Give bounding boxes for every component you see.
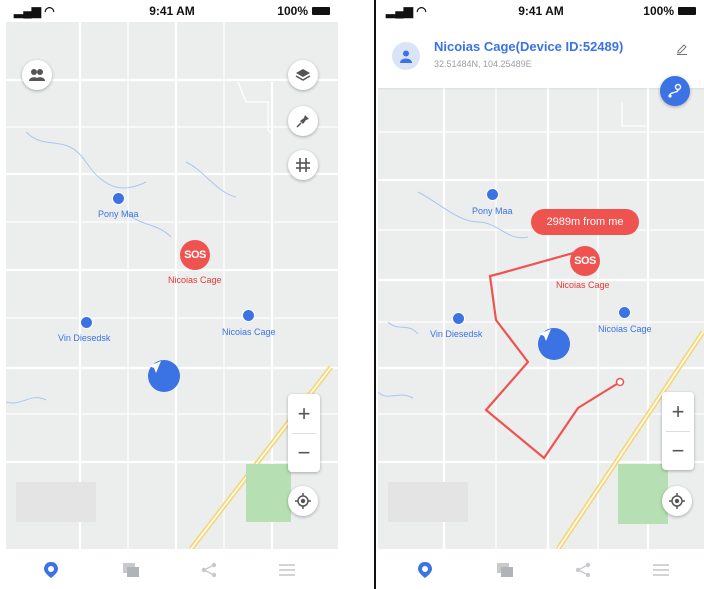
status-bar: ▂▄▆ ◠ 9:41 AM 100% [6, 0, 338, 22]
person-marker[interactable] [452, 312, 465, 325]
map-view[interactable]: Pony Maa Vin Diesedsk Nicoias Cage SOS N… [378, 22, 704, 549]
location-tab-icon [44, 562, 58, 578]
zoom-out-button[interactable]: − [662, 431, 694, 470]
person-marker[interactable] [80, 316, 93, 329]
group-button[interactable] [22, 60, 52, 90]
edit-button[interactable] [676, 42, 688, 60]
person-label: Vin Diesedsk [58, 333, 111, 343]
pin-button[interactable] [288, 106, 318, 136]
messages-tab-icon [123, 563, 139, 577]
bottom-tab-bar [6, 549, 338, 589]
bottom-tab-bar [378, 549, 704, 589]
tab-location[interactable] [414, 559, 436, 581]
zoom-divider [666, 431, 690, 432]
zoom-control: + − [288, 394, 320, 472]
zoom-in-button[interactable]: + [288, 394, 320, 433]
battery-icon [678, 7, 696, 15]
battery-label: 100% [277, 4, 308, 18]
sos-person-label: Nicoias Cage [168, 275, 222, 285]
layers-button[interactable] [288, 60, 318, 90]
screen-divider [374, 0, 376, 589]
group-icon [29, 69, 45, 81]
person-label: Vin Diesedsk [430, 329, 483, 339]
pin-icon [296, 115, 309, 128]
route-icon [668, 83, 682, 98]
person-icon [400, 50, 412, 63]
crosshair-icon [669, 493, 685, 509]
tab-share[interactable] [198, 559, 220, 581]
crosshair-icon [295, 493, 311, 509]
tab-messages[interactable] [494, 559, 516, 581]
tab-share[interactable] [572, 559, 594, 581]
tab-messages[interactable] [120, 559, 142, 581]
tab-location[interactable] [40, 559, 62, 581]
zoom-control: + − [662, 392, 694, 470]
navigation-arrow-icon [539, 329, 551, 341]
zoom-in-button[interactable]: + [662, 392, 694, 431]
phone-screen-device-detail: ▂▄▆ ◠ 9:41 AM 100% Nicoias Cage(Device I… [378, 0, 704, 589]
battery-label: 100% [643, 4, 674, 18]
grid-icon [296, 158, 310, 172]
tab-menu[interactable] [276, 559, 298, 581]
distance-bubble: 2989m from me [531, 209, 639, 235]
person-label: Nicoias Cage [598, 324, 652, 334]
status-bar: ▂▄▆ ◠ 9:41 AM 100% [378, 0, 704, 22]
battery-icon [312, 7, 330, 15]
route-button[interactable] [660, 76, 690, 106]
person-label: Nicoias Cage [222, 327, 276, 337]
my-location-marker [148, 360, 180, 392]
tab-menu[interactable] [650, 559, 672, 581]
sos-marker[interactable]: SOS [570, 246, 600, 276]
edit-icon [677, 44, 687, 55]
sos-person-label: Nicoias Cage [556, 280, 610, 290]
locate-me-button[interactable] [662, 486, 692, 516]
grid-button[interactable] [288, 150, 318, 180]
route-endpoint [615, 377, 625, 387]
sos-marker[interactable]: SOS [180, 240, 210, 270]
zoom-out-button[interactable]: − [288, 433, 320, 472]
share-tab-icon [575, 562, 591, 578]
my-location-marker [538, 328, 570, 360]
avatar [392, 42, 420, 70]
person-marker[interactable] [618, 306, 631, 319]
person-label: Pony Maa [472, 206, 513, 216]
locate-me-button[interactable] [288, 486, 318, 516]
device-header: Nicoias Cage(Device ID:52489) 32.51484N,… [378, 22, 704, 88]
navigation-arrow-icon [149, 361, 161, 373]
messages-tab-icon [497, 563, 513, 577]
person-marker[interactable] [112, 192, 125, 205]
map-roads [378, 22, 704, 549]
share-tab-icon [201, 562, 217, 578]
zoom-divider [292, 433, 316, 434]
menu-tab-icon [279, 564, 295, 576]
location-tab-icon [418, 562, 432, 578]
layers-icon [295, 69, 311, 81]
phone-screen-map: ▂▄▆ ◠ 9:41 AM 100% Pony Maa Vin Diesedsk… [6, 0, 338, 589]
device-title: Nicoias Cage(Device ID:52489) [434, 39, 624, 54]
person-marker[interactable] [242, 309, 255, 322]
menu-tab-icon [653, 564, 669, 576]
person-marker[interactable] [486, 188, 499, 201]
device-coordinates: 32.51484N, 104.25489E [434, 59, 532, 69]
person-label: Pony Maa [98, 209, 139, 219]
